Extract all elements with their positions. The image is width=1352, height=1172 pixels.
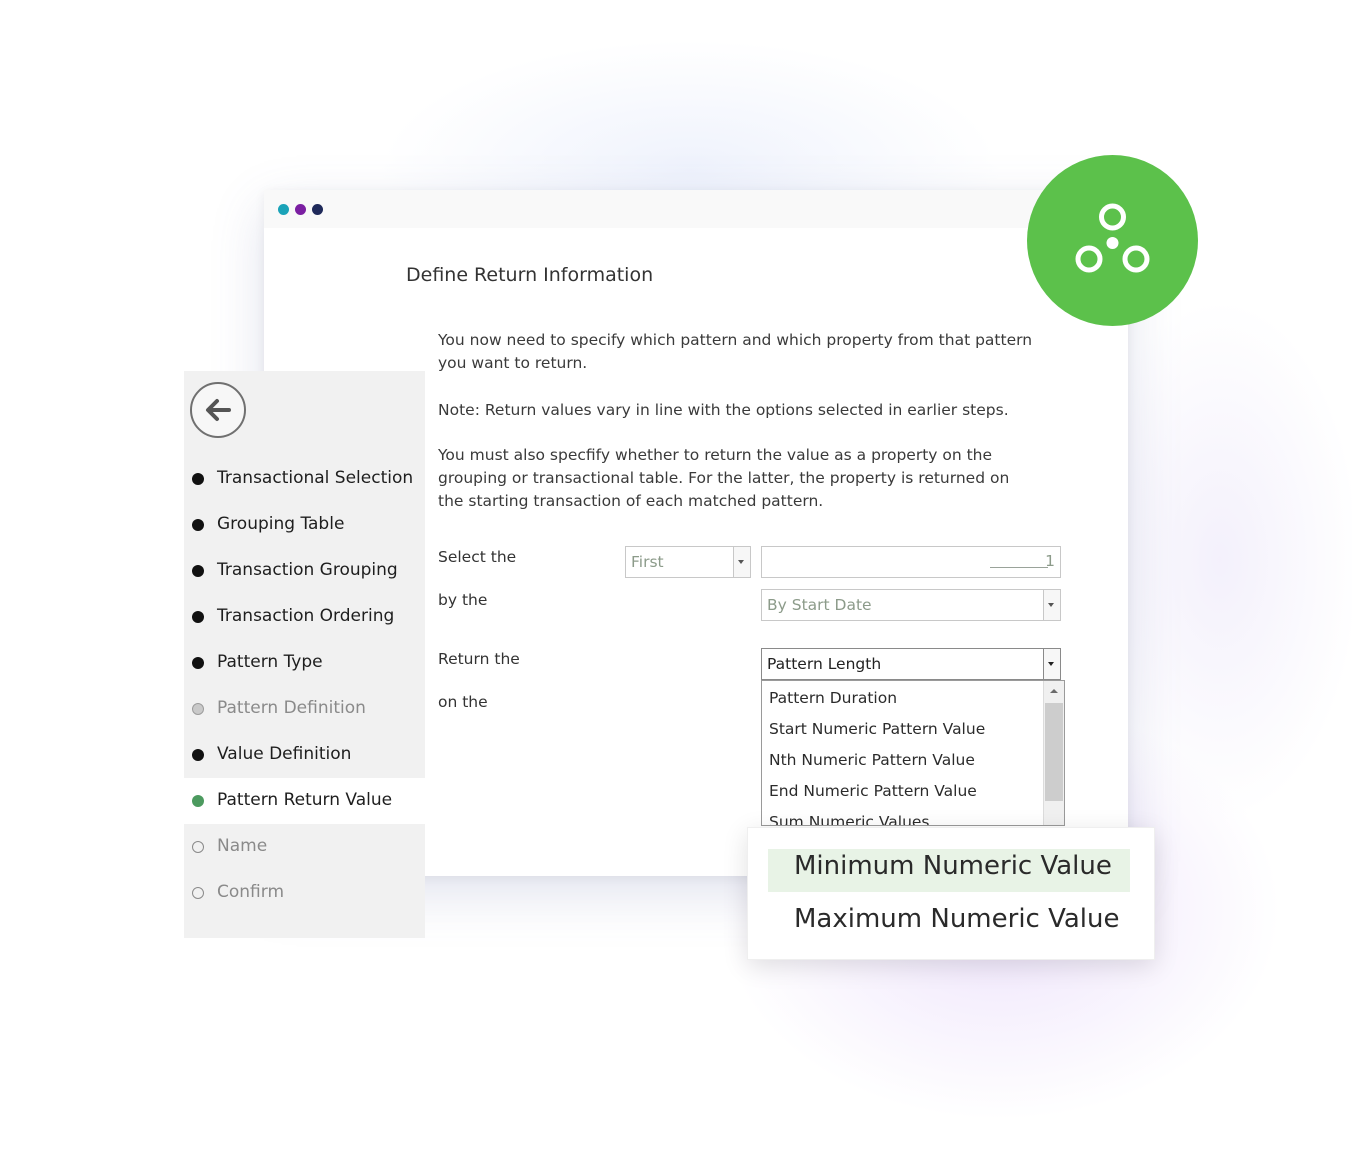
sidebar-item-transaction-ordering[interactable]: Transaction Ordering	[184, 594, 425, 640]
select-position-value: First	[631, 553, 664, 571]
sidebar-item-label: Pattern Return Value	[217, 790, 393, 810]
chevron-down-icon[interactable]	[1043, 649, 1060, 679]
select-label: Select the	[438, 548, 517, 566]
dropdown-option[interactable]: Start Numeric Pattern Value	[769, 720, 985, 738]
select-position-dropdown[interactable]: First	[625, 546, 751, 578]
sidebar-item-label: Transaction Ordering	[217, 606, 395, 626]
sidebar-item-transaction-grouping[interactable]: Transaction Grouping	[184, 548, 425, 594]
nth-number-input[interactable]: 1	[761, 546, 1061, 578]
step-complete-icon	[192, 519, 204, 531]
sidebar-item-transactional-selection[interactable]: Transactional Selection	[184, 456, 425, 502]
sidebar-item-label: Grouping Table	[217, 514, 345, 534]
zoom-option-maximum[interactable]: Maximum Numeric Value	[794, 904, 1120, 934]
sidebar-item-confirm[interactable]: Confirm	[184, 870, 425, 916]
arrow-left-icon	[206, 399, 231, 421]
step-pending-icon	[192, 841, 204, 853]
order-by-dropdown[interactable]: By Start Date	[761, 589, 1061, 621]
sidebar-item-grouping-table[interactable]: Grouping Table	[184, 502, 425, 548]
return-label: Return the	[438, 650, 520, 668]
table-paragraph: You must also specfify whether to return…	[438, 446, 1010, 510]
window-dot-purple[interactable]	[295, 204, 306, 215]
chevron-down-icon[interactable]	[1043, 590, 1060, 620]
step-complete-icon	[192, 657, 204, 669]
zoom-option-minimum[interactable]: Minimum Numeric Value	[794, 851, 1112, 881]
sidebar-item-label: Pattern Type	[217, 652, 323, 672]
back-button[interactable]	[190, 382, 246, 438]
window-dot-teal[interactable]	[278, 204, 289, 215]
step-complete-icon	[192, 565, 204, 577]
sidebar-item-label: Pattern Definition	[217, 698, 366, 718]
wizard-sidebar: Transactional Selection Grouping Table T…	[184, 371, 425, 938]
by-label: by the	[438, 591, 488, 609]
window-titlebar	[264, 190, 1128, 228]
dropdown-option[interactable]: Nth Numeric Pattern Value	[769, 751, 975, 769]
sidebar-item-label: Confirm	[217, 882, 285, 902]
instruction-paragraph: You now need to specify which pattern an…	[438, 331, 1033, 372]
window-dot-navy[interactable]	[312, 204, 323, 215]
dropdown-scrollbar[interactable]	[1043, 681, 1064, 825]
sidebar-item-value-definition[interactable]: Value Definition	[184, 732, 425, 778]
sidebar-item-pattern-type[interactable]: Pattern Type	[184, 640, 425, 686]
number-underline	[990, 567, 1048, 568]
step-skipped-icon	[192, 703, 204, 715]
feature-badge	[1027, 155, 1198, 326]
page-title: Define Return Information	[406, 264, 654, 286]
sidebar-item-label: Transaction Grouping	[217, 560, 398, 580]
order-by-value: By Start Date	[767, 596, 872, 614]
scroll-up-icon[interactable]	[1044, 681, 1064, 701]
sidebar-item-label: Transactional Selection	[217, 468, 414, 488]
sidebar-item-pattern-return-value[interactable]: Pattern Return Value	[184, 778, 425, 824]
return-property-options-list[interactable]: Pattern Duration Start Numeric Pattern V…	[761, 680, 1065, 826]
note-paragraph: Note: Return values vary in line with th…	[438, 401, 1009, 419]
sidebar-item-pattern-definition[interactable]: Pattern Definition	[184, 686, 425, 732]
dropdown-option[interactable]: Sum Numeric Values	[769, 813, 930, 825]
return-property-dropdown[interactable]: Pattern Length	[761, 648, 1061, 680]
three-circles-icon	[1027, 155, 1198, 326]
step-complete-icon	[192, 749, 204, 761]
on-the-label: on the	[438, 693, 488, 711]
step-complete-icon	[192, 473, 204, 485]
return-property-value: Pattern Length	[767, 655, 882, 673]
zoomed-options-callout: Minimum Numeric Value Maximum Numeric Va…	[747, 827, 1155, 960]
step-current-icon	[192, 795, 204, 807]
dropdown-option[interactable]: End Numeric Pattern Value	[769, 782, 977, 800]
dropdown-option[interactable]: Pattern Duration	[769, 689, 897, 707]
step-pending-icon	[192, 887, 204, 899]
sidebar-item-label: Value Definition	[217, 744, 352, 764]
sidebar-item-name[interactable]: Name	[184, 824, 425, 870]
step-complete-icon	[192, 611, 204, 623]
chevron-down-icon[interactable]	[733, 547, 750, 577]
nth-number-value: 1	[1045, 552, 1055, 570]
sidebar-item-label: Name	[217, 836, 268, 856]
scrollbar-thumb[interactable]	[1045, 703, 1063, 801]
